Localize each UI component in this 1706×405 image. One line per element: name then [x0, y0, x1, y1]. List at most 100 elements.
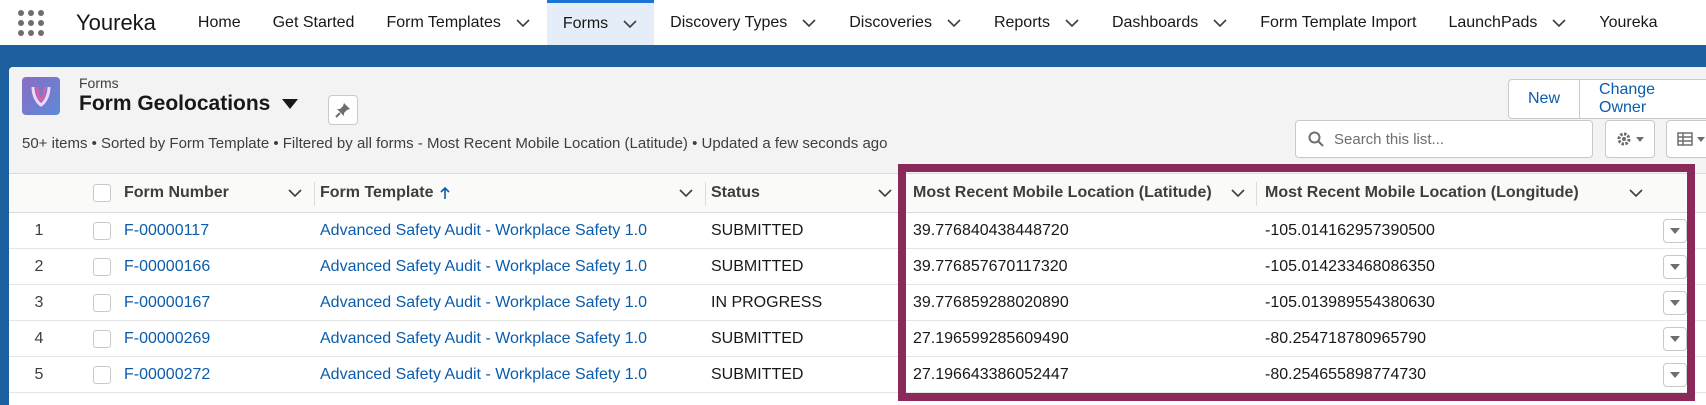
select-all-checkbox-cell [93, 174, 111, 212]
forms-object-icon [22, 77, 60, 115]
row-number: 2 [34, 257, 44, 275]
list-view-switcher-icon[interactable] [282, 99, 299, 109]
latitude-cell: 27.196643386052447 [913, 365, 1069, 383]
form-template-link[interactable]: Advanced Safety Audit - Workplace Safety… [320, 213, 647, 248]
col-menu-status[interactable] [877, 174, 893, 212]
list-summary: 50+ items • Sorted by Form Template • Fi… [22, 135, 888, 152]
table-view-icon [1677, 132, 1693, 146]
nav-item-dashboards[interactable]: Dashboards [1096, 0, 1244, 45]
form-template-link[interactable]: Advanced Safety Audit - Workplace Safety… [320, 285, 647, 320]
col-header-form-number[interactable]: Form Number [124, 174, 229, 212]
longitude-cell: -105.013989554380630 [1265, 293, 1435, 311]
list-settings-button[interactable] [1605, 120, 1655, 158]
nav-item-launchpads[interactable]: LaunchPads [1432, 0, 1583, 45]
nav-item-get-started[interactable]: Get Started [257, 0, 371, 45]
col-header-label: Form Template [320, 184, 434, 201]
row-checkbox[interactable] [93, 365, 111, 384]
col-header-latitude[interactable]: Most Recent Mobile Location (Latitude) [913, 174, 1212, 212]
form-number-link[interactable]: F-00000117 [124, 213, 209, 248]
nav-item-form-templates[interactable]: Form Templates [370, 0, 546, 45]
col-menu-latitude[interactable] [1230, 174, 1246, 212]
table-header-row: Form Number Form Template Status Most Re… [9, 174, 1706, 213]
list-view-title[interactable]: Form Geolocations [79, 92, 299, 116]
pin-list-button[interactable] [328, 95, 358, 125]
nav-item-label: Youreka [1599, 13, 1658, 31]
chevron-down-icon [1670, 227, 1680, 234]
nav-item-home[interactable]: Home [182, 0, 257, 45]
status-cell: SUBMITTED [711, 257, 804, 275]
chevron-down-icon [1670, 299, 1680, 306]
col-menu-form-template[interactable] [678, 174, 694, 212]
search-icon [1308, 131, 1324, 147]
table-body: 1 F-00000117 Advanced Safety Audit - Workp… [9, 213, 1706, 393]
table-row: 1 F-00000117 Advanced Safety Audit - Workp… [9, 213, 1706, 249]
chevron-down-icon [1636, 136, 1644, 142]
new-button[interactable]: New [1508, 79, 1580, 119]
row-number: 1 [34, 221, 44, 239]
row-checkbox-cell [93, 321, 111, 356]
row-checkbox[interactable] [93, 257, 111, 276]
form-template-link[interactable]: Advanced Safety Audit - Workplace Safety… [320, 321, 647, 356]
nav-item-youreka[interactable]: Youreka [1583, 0, 1673, 45]
row-actions-button[interactable] [1663, 254, 1687, 279]
row-actions-button[interactable] [1663, 362, 1687, 387]
row-actions-button[interactable] [1663, 218, 1687, 243]
latitude-cell: 39.776859288020890 [913, 293, 1069, 311]
app-launcher-icon[interactable] [0, 0, 62, 45]
chevron-down-icon [1670, 371, 1680, 378]
status-cell: IN PROGRESS [711, 293, 823, 311]
nav-item-reports[interactable]: Reports [978, 0, 1096, 45]
row-actions-button[interactable] [1663, 326, 1687, 351]
nav-item-discovery-types[interactable]: Discovery Types [654, 0, 833, 45]
nav-item-forms[interactable]: Forms [546, 0, 655, 45]
row-actions-cell [1663, 357, 1687, 392]
col-menu-form-number[interactable] [287, 174, 303, 212]
nav-item-label: Discoveries [849, 13, 932, 31]
row-checkbox-cell [93, 249, 111, 284]
nav-item-form-template-import[interactable]: Form Template Import [1244, 0, 1432, 45]
search-input[interactable] [1334, 130, 1574, 148]
form-number-link[interactable]: F-00000269 [124, 321, 210, 356]
longitude-cell: -105.014233468086350 [1265, 257, 1435, 275]
col-header-status[interactable]: Status [711, 174, 760, 212]
nav-item-label: Dashboards [1111, 13, 1199, 31]
change-owner-button[interactable]: Change Owner [1579, 79, 1706, 119]
col-header-form-template[interactable]: Form Template [320, 174, 452, 212]
row-actions-button[interactable] [1663, 290, 1687, 315]
select-all-checkbox[interactable] [93, 184, 111, 202]
app-name: Youreka [76, 9, 156, 35]
row-checkbox[interactable] [93, 329, 111, 348]
form-number-link[interactable]: F-00000167 [124, 285, 210, 320]
chevron-down-icon [1552, 18, 1566, 27]
column-divider [314, 182, 315, 206]
chevron-down-icon [288, 189, 302, 198]
row-checkbox-cell [93, 213, 111, 248]
chevron-down-icon [679, 189, 693, 198]
row-checkbox[interactable] [93, 221, 111, 240]
chevron-down-icon [1065, 18, 1079, 27]
col-menu-longitude[interactable] [1628, 174, 1644, 212]
nav-items: Home Get Started Form Templates Forms Discov… [182, 0, 1674, 45]
column-divider [705, 182, 706, 206]
status-cell: SUBMITTED [711, 329, 804, 347]
display-as-button[interactable] [1666, 120, 1706, 158]
table-row: 3 F-00000167 Advanced Safety Audit - Workp… [9, 285, 1706, 321]
row-checkbox[interactable] [93, 293, 111, 312]
latitude-cell: 27.196599285609490 [913, 329, 1069, 347]
form-number-link[interactable]: F-00000166 [124, 249, 210, 284]
table-row: 2 F-00000166 Advanced Safety Audit - Workp… [9, 249, 1706, 285]
col-header-label: Most Recent Mobile Location (Latitude) [913, 184, 1212, 201]
col-header-longitude[interactable]: Most Recent Mobile Location (Longitude) [1265, 174, 1579, 212]
nav-item-discoveries[interactable]: Discoveries [833, 0, 978, 45]
list-search[interactable] [1295, 120, 1593, 158]
list-view-title-text: Form Geolocations [79, 92, 271, 115]
form-template-link[interactable]: Advanced Safety Audit - Workplace Safety… [320, 357, 647, 392]
longitude-cell: -80.254718780965790 [1265, 329, 1427, 347]
list-view-header: Forms Form Geolocations 50+ items • Sort… [9, 67, 1706, 174]
form-number-link[interactable]: F-00000272 [124, 357, 210, 392]
row-number: 4 [34, 329, 44, 347]
nav-item-label: Reports [993, 13, 1050, 31]
form-template-link[interactable]: Advanced Safety Audit - Workplace Safety… [320, 249, 647, 284]
top-nav-bar: Youreka Home Get Started Form Templates For… [0, 0, 1706, 48]
pin-icon [335, 103, 350, 118]
